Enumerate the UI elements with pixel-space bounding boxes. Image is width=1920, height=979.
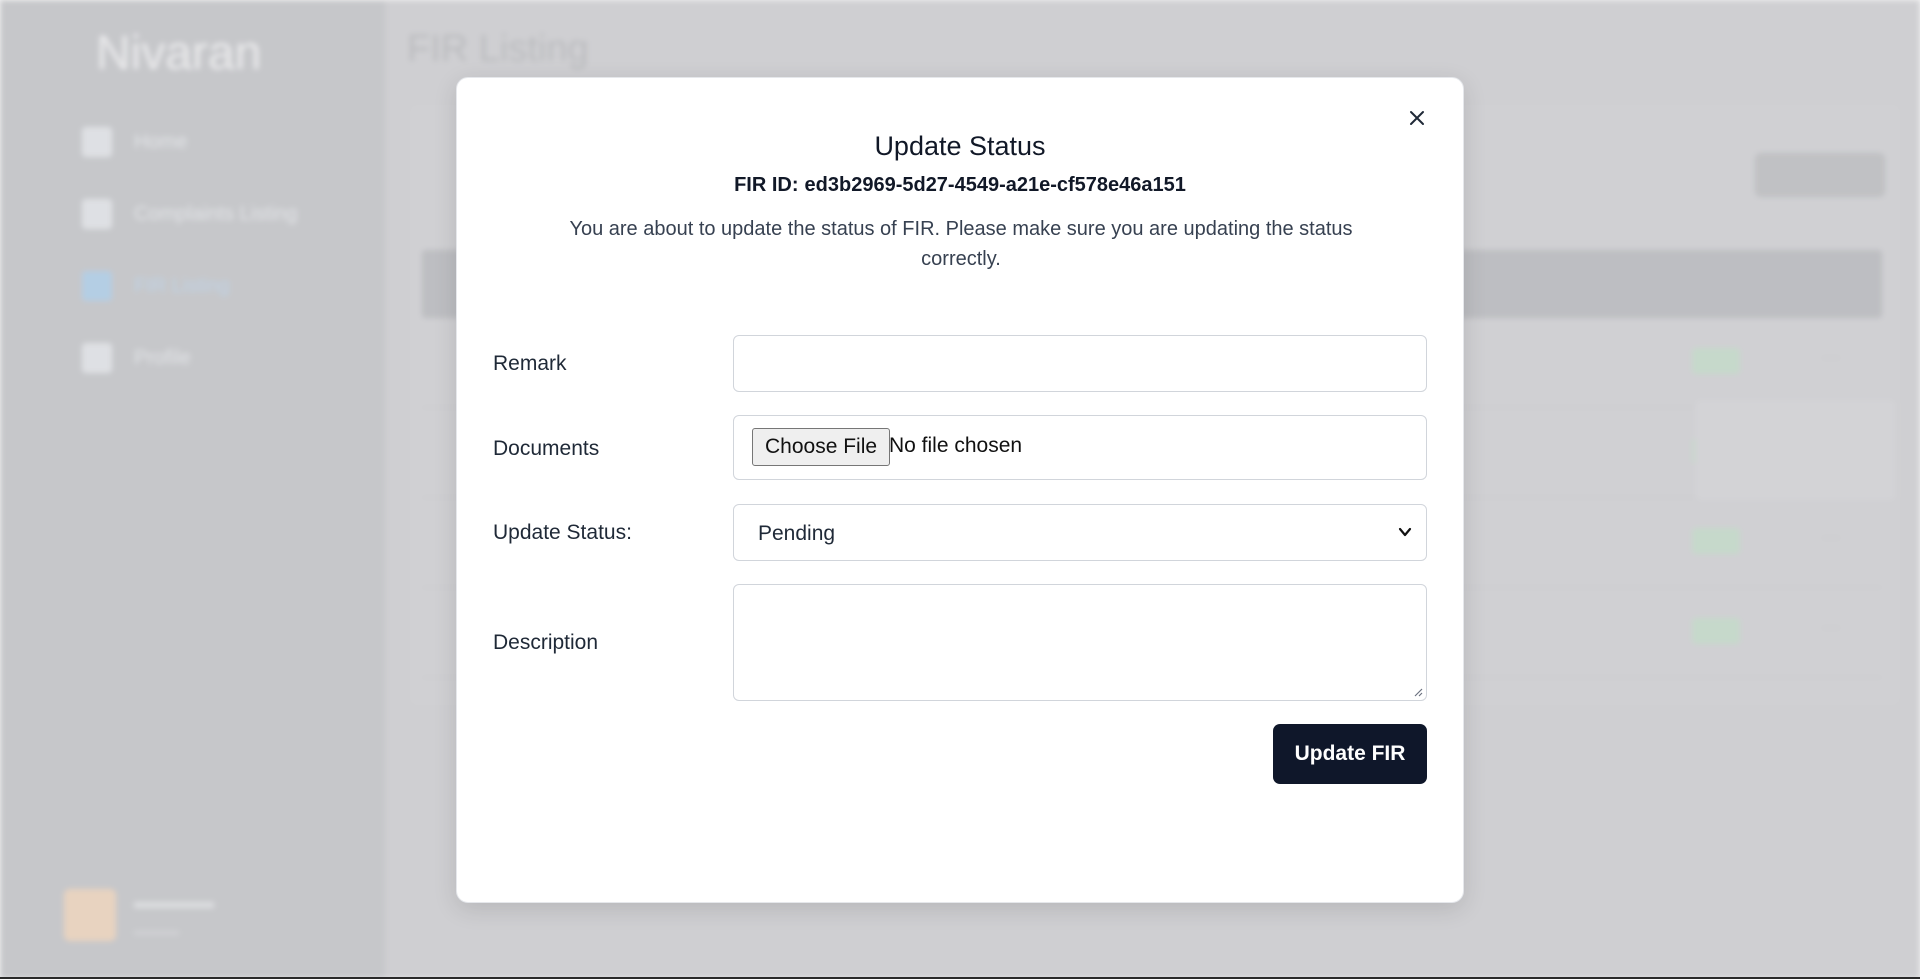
- close-icon: [1410, 111, 1424, 125]
- fir-id-value: ed3b2969-5d27-4549-a21e-cf578e46a151: [804, 174, 1186, 196]
- description-label: Description: [493, 631, 599, 654]
- status-label: Update Status:: [493, 521, 632, 544]
- documents-label: Documents: [493, 437, 600, 460]
- chevron-down-icon: [1398, 527, 1412, 537]
- update-status-modal: Update Status FIR ID: ed3b2969-5d27-4549-…: [456, 77, 1464, 903]
- choose-file-button[interactable]: Choose File: [752, 428, 891, 466]
- documents-file-input[interactable]: Choose File No file chosen: [733, 415, 1427, 480]
- fir-id: FIR ID: ed3b2969-5d27-4549-a21e-cf578e46a…: [457, 174, 1463, 197]
- update-fir-button[interactable]: Update FIR: [1273, 724, 1427, 784]
- status-select-value: Pending: [758, 522, 836, 545]
- resize-handle-icon[interactable]: [1411, 685, 1423, 697]
- remark-label: Remark: [493, 352, 567, 375]
- description-textarea[interactable]: [733, 584, 1427, 701]
- close-button[interactable]: [1401, 102, 1433, 134]
- fir-id-label: FIR ID:: [734, 174, 799, 196]
- status-select[interactable]: Pending: [733, 504, 1427, 561]
- file-status-text: No file chosen: [889, 434, 1023, 457]
- remark-input[interactable]: [733, 335, 1427, 392]
- modal-title: Update Status: [874, 131, 1046, 161]
- modal-description: You are about to update the status of FI…: [569, 218, 1353, 270]
